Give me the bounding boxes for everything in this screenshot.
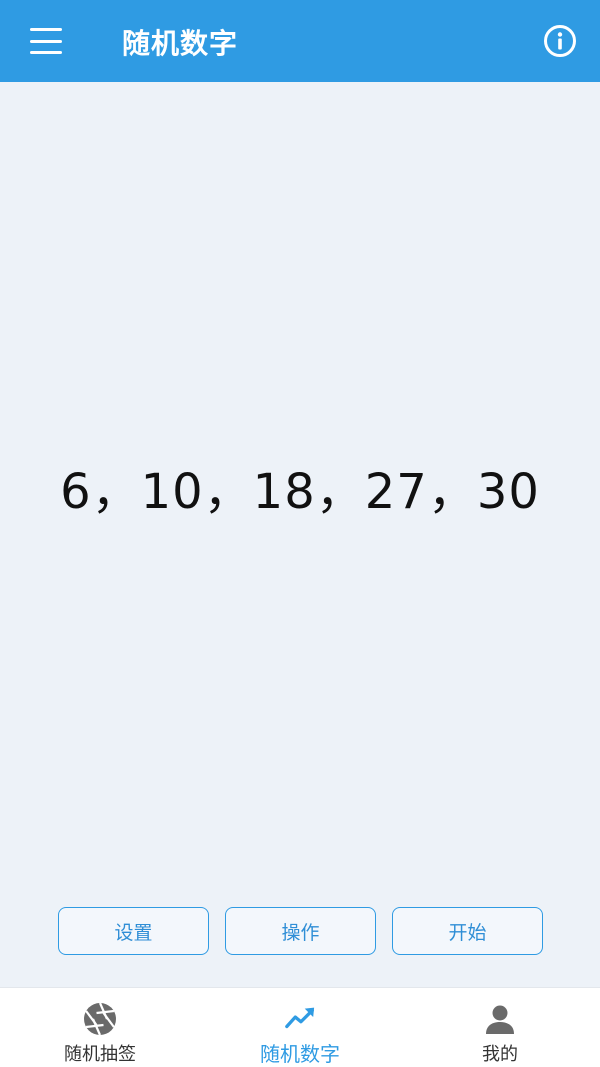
menu-bar <box>30 39 62 43</box>
person-icon <box>486 1005 514 1034</box>
main-content: 6，10，18，27，30 设置 操作 开始 <box>0 82 600 987</box>
action-buttons: 设置 操作 开始 <box>58 907 543 955</box>
menu-bar <box>30 51 62 54</box>
bottom-nav: 随机抽签 随机数字 我的 <box>0 987 600 1067</box>
info-icon[interactable] <box>543 24 577 58</box>
settings-button[interactable]: 设置 <box>58 907 209 955</box>
nav-label: 我的 <box>482 1044 518 1065</box>
random-number-result: 6，10，18，27，30 <box>60 464 540 520</box>
page-title: 随机数字 <box>122 27 239 60</box>
trending-up-icon <box>285 1007 315 1029</box>
menu-bar <box>30 28 62 31</box>
menu-icon[interactable] <box>30 28 62 54</box>
nav-item-random-draw[interactable]: 随机抽签 <box>0 988 200 1067</box>
aperture-icon <box>84 1002 116 1036</box>
app-root: 随机数字 6，10，18，27，30 设置 操作 开始 随机抽签 随机数字 我的 <box>0 0 600 1067</box>
app-header: 随机数字 <box>0 0 600 82</box>
start-button[interactable]: 开始 <box>392 907 543 955</box>
operate-button[interactable]: 操作 <box>225 907 376 955</box>
nav-label: 随机数字 <box>260 1042 340 1066</box>
nav-item-random-number[interactable]: 随机数字 <box>200 988 400 1067</box>
nav-item-mine[interactable]: 我的 <box>400 988 600 1067</box>
nav-label: 随机抽签 <box>64 1044 136 1065</box>
